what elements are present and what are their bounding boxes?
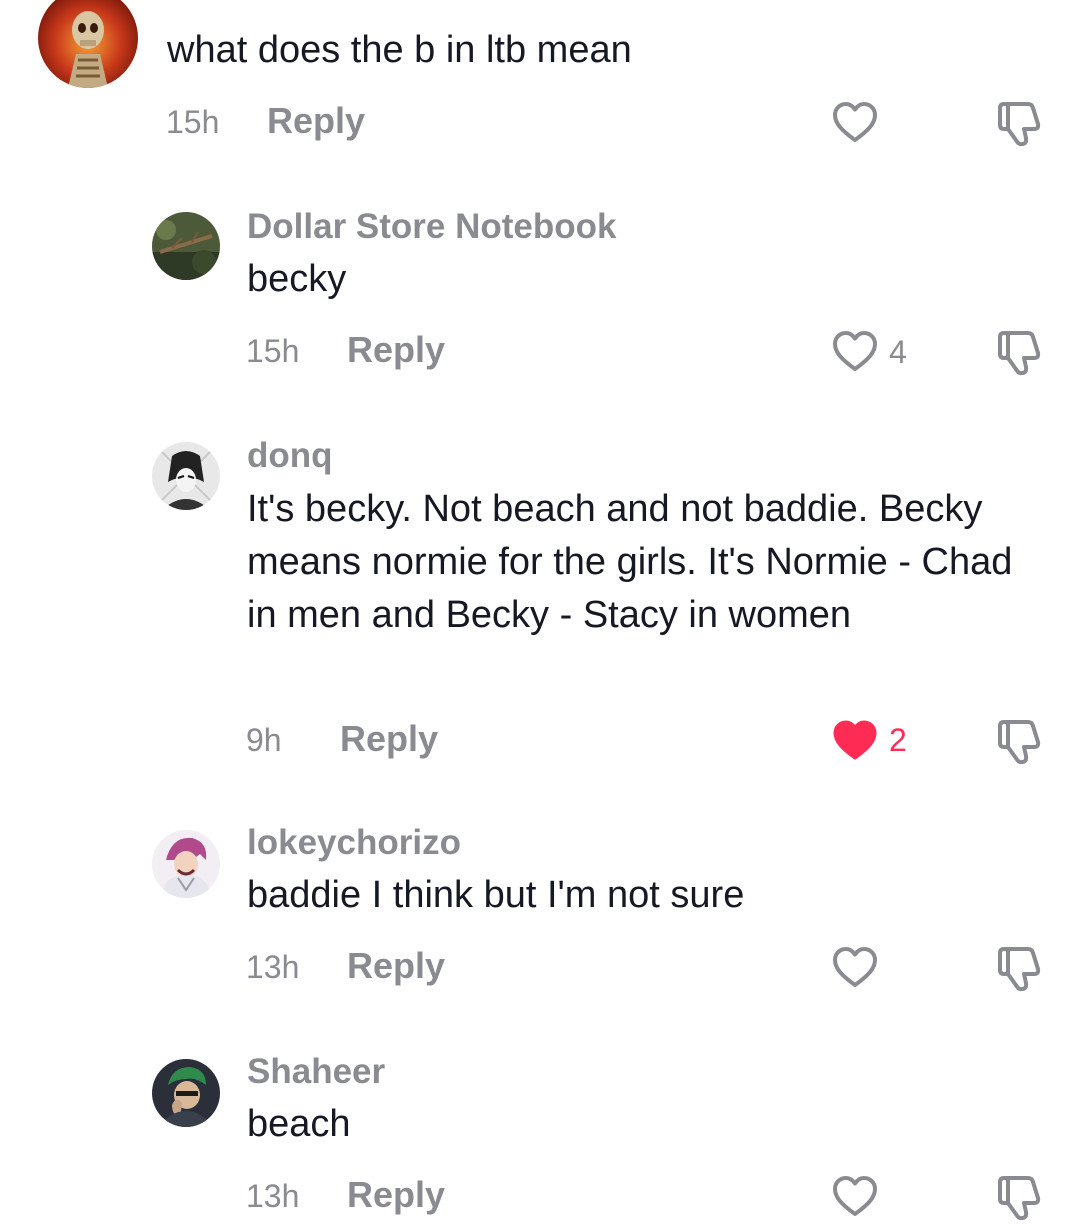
heart-filled-icon[interactable] — [831, 717, 879, 765]
branch-avatar-icon — [152, 212, 220, 280]
skeleton-avatar-icon — [38, 0, 138, 88]
comment-timestamp: 13h — [246, 949, 300, 985]
manga-avatar-icon — [152, 442, 220, 510]
thumbs-down-icon[interactable] — [994, 943, 1046, 995]
comment-text: baddie I think but I'm not sure — [247, 874, 745, 916]
reply-button[interactable]: Reply — [340, 718, 438, 760]
heart-outline-icon[interactable] — [831, 99, 879, 147]
comment-username[interactable]: Dollar Store Notebook — [247, 207, 616, 247]
reply-button[interactable]: Reply — [347, 945, 445, 987]
comment-timestamp: 13h — [246, 1178, 300, 1214]
avatar[interactable] — [152, 1059, 220, 1127]
comment-item: what does the b in ltb mean 15h Reply — [0, 0, 1080, 170]
thumbs-down-icon[interactable] — [994, 98, 1046, 150]
comment-username[interactable]: donq — [247, 436, 333, 476]
like-count: 2 — [889, 722, 907, 758]
avatar[interactable] — [152, 442, 220, 510]
anime-avatar-icon — [152, 830, 220, 898]
avatar[interactable] — [152, 212, 220, 280]
comment-text: becky — [247, 258, 347, 300]
avatar[interactable] — [38, 0, 138, 88]
reply-button[interactable]: Reply — [347, 329, 445, 371]
reply-button[interactable]: Reply — [347, 1174, 445, 1216]
comment-text: beach — [247, 1103, 351, 1145]
thumbs-down-icon[interactable] — [994, 327, 1046, 379]
comment-timestamp: 15h — [246, 333, 300, 369]
comment-timestamp: 15h — [166, 104, 220, 140]
comment-username[interactable]: lokeychorizo — [247, 823, 461, 863]
thumbs-down-icon[interactable] — [994, 1172, 1046, 1224]
heart-outline-icon[interactable] — [831, 328, 879, 376]
green-hair-avatar-icon — [152, 1059, 220, 1127]
reply-button[interactable]: Reply — [267, 100, 365, 142]
heart-outline-icon[interactable] — [831, 944, 879, 992]
avatar[interactable] — [152, 830, 220, 898]
reply-comment-item: lokeychorizo baddie I think but I'm not … — [0, 818, 1080, 1018]
comment-text: It's becky. Not beach and not baddie. Be… — [247, 488, 1013, 636]
comment-timestamp: 9h — [246, 722, 282, 758]
reply-comment-item: Shaheer beach 13h Reply — [0, 1047, 1080, 1225]
like-count: 4 — [889, 334, 907, 370]
reply-comment-item: Dollar Store Notebook becky 15h Reply 4 — [0, 200, 1080, 400]
thumbs-down-icon[interactable] — [994, 716, 1046, 768]
heart-outline-icon[interactable] — [831, 1173, 879, 1221]
comment-username[interactable]: Shaheer — [247, 1052, 385, 1092]
comment-text: what does the b in ltb mean — [167, 29, 632, 71]
reply-comment-item: donq It's becky. Not beach and not baddi… — [0, 430, 1080, 800]
